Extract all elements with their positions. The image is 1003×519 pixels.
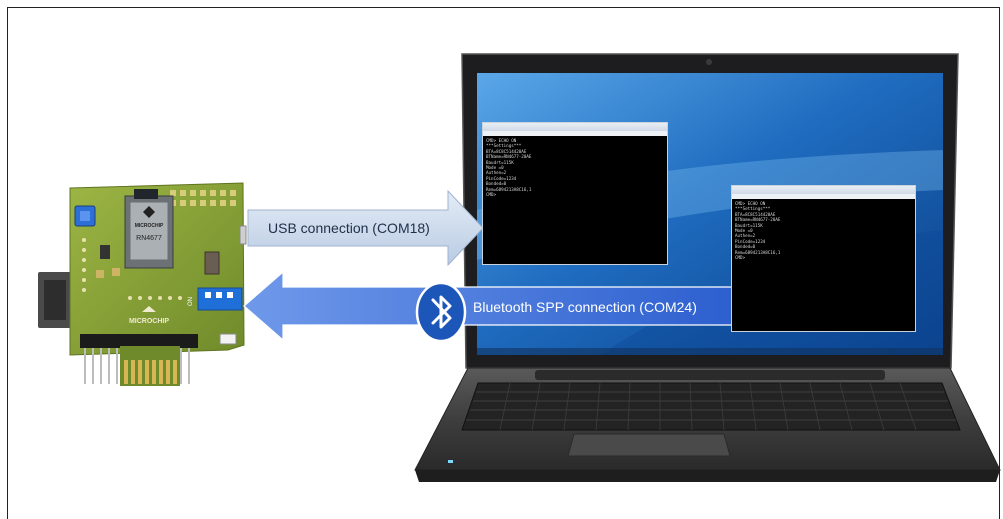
webcam bbox=[706, 59, 712, 65]
touchpad bbox=[567, 433, 731, 457]
bottom-header bbox=[80, 334, 198, 348]
power-led bbox=[448, 460, 453, 463]
module-label: RN4677 bbox=[136, 235, 162, 242]
svg-text:MICROCHIP: MICROCHIP bbox=[135, 223, 164, 229]
terminal-output: CMD> ECHO ON ***Settings*** BTA=8C8C5144… bbox=[486, 138, 532, 198]
terminal-window-com24: CMD> ECHO ON ***Settings*** BTA=8C8C5144… bbox=[731, 185, 916, 332]
terminal-titlebar bbox=[732, 186, 915, 194]
dip-switch bbox=[197, 287, 243, 311]
board-logo: MICROCHIP bbox=[129, 318, 169, 325]
terminal-output: CMD> ECHO ON ***Settings*** BTA=8C8C5144… bbox=[735, 201, 781, 261]
terminal-titlebar bbox=[483, 123, 667, 131]
dip-switch-on-label: ON bbox=[188, 297, 194, 306]
terminal-window-com18: CMD> ECHO ON ***Settings*** BTA=8C8C5144… bbox=[482, 122, 668, 265]
bluetooth-icon bbox=[415, 281, 467, 343]
bluetooth-connection-label: Bluetooth SPP connection (COM24) bbox=[473, 299, 697, 315]
usb-connection-label: USB connection (COM18) bbox=[268, 220, 430, 236]
rn4677-eval-board: MICROCHIP RN4677 ON MICROCHIP bbox=[38, 182, 247, 386]
keyboard bbox=[461, 382, 961, 431]
